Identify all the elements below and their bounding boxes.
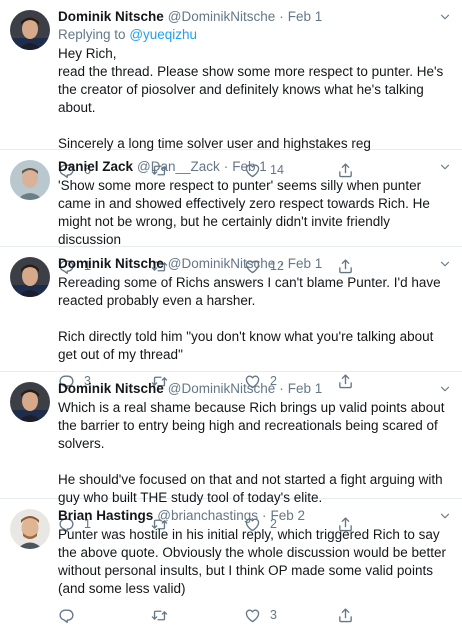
avatar[interactable]	[10, 382, 50, 422]
tweet-timeline: Dominik Nitsche @DominikNitsche · Feb 1 …	[0, 0, 462, 600]
share-button[interactable]	[337, 607, 430, 624]
retweet-icon	[151, 607, 168, 624]
separator-dot: ·	[223, 159, 229, 174]
separator-dot: ·	[279, 381, 284, 396]
share-icon	[337, 607, 354, 624]
replying-to: Replying to @yueqizhu	[58, 26, 452, 44]
author-handle[interactable]: @DominikNitsche	[168, 380, 275, 398]
avatar[interactable]	[10, 509, 50, 549]
separator-dot: ·	[279, 9, 284, 24]
author-handle[interactable]: @DominikNitsche	[168, 8, 275, 26]
tweet-text: Rereading some of Richs answers I can't …	[58, 275, 441, 362]
author-name[interactable]: Dominik Nitsche	[58, 255, 164, 273]
caret-down-icon[interactable]	[438, 509, 452, 523]
tweet-date[interactable]: Feb 2	[271, 507, 306, 525]
retweet-button[interactable]	[151, 607, 244, 624]
tweet[interactable]: Dominik Nitsche @DominikNitsche · Feb 1 …	[0, 247, 462, 372]
author-handle[interactable]: @DominikNitsche	[168, 255, 275, 273]
tweet[interactable]: Brian Hastings @brianchastings · Feb 2 P…	[0, 499, 462, 600]
caret-down-icon[interactable]	[438, 382, 452, 396]
author-name[interactable]: Daniel Zack	[58, 158, 133, 176]
caret-down-icon[interactable]	[438, 160, 452, 174]
tweet-actions: 3	[58, 600, 452, 630]
tweet-date[interactable]: Feb 1	[288, 255, 323, 273]
author-handle[interactable]: @Dan__Zack	[137, 158, 220, 176]
like-icon	[244, 607, 261, 624]
avatar[interactable]	[10, 160, 50, 200]
replying-label: Replying to	[58, 27, 126, 42]
tweet-date[interactable]: Feb 1	[232, 158, 267, 176]
tweet[interactable]: Dominik Nitsche @DominikNitsche · Feb 1 …	[0, 0, 462, 150]
tweet-text: 'Show some more respect to punter' seems…	[58, 178, 430, 247]
reply-icon	[58, 607, 75, 624]
caret-down-icon[interactable]	[438, 257, 452, 271]
caret-down-icon[interactable]	[438, 10, 452, 24]
reply-button[interactable]	[58, 607, 151, 624]
tweet-date[interactable]: Feb 1	[288, 380, 323, 398]
author-name[interactable]: Brian Hastings	[58, 507, 153, 525]
tweet[interactable]: Daniel Zack @Dan__Zack · Feb 1 'Show som…	[0, 150, 462, 247]
reply-mention-link[interactable]: @yueqizhu	[129, 27, 197, 42]
like-button[interactable]: 3	[244, 607, 337, 624]
separator-dot: ·	[262, 508, 267, 523]
like-count: 3	[270, 608, 277, 622]
avatar[interactable]	[10, 257, 50, 297]
tweet[interactable]: Dominik Nitsche @DominikNitsche · Feb 1 …	[0, 372, 462, 499]
author-name[interactable]: Dominik Nitsche	[58, 380, 164, 398]
separator-dot: ·	[279, 256, 284, 271]
tweet-text: Punter was hostile in his initial reply,…	[58, 527, 446, 596]
author-name[interactable]: Dominik Nitsche	[58, 8, 164, 26]
tweet-date[interactable]: Feb 1	[288, 8, 323, 26]
avatar[interactable]	[10, 10, 50, 50]
tweet-text: Which is a real shame because Rich bring…	[58, 400, 445, 505]
author-handle[interactable]: @brianchastings	[157, 507, 258, 525]
tweet-text: Hey Rich, read the thread. Please show s…	[58, 46, 444, 151]
